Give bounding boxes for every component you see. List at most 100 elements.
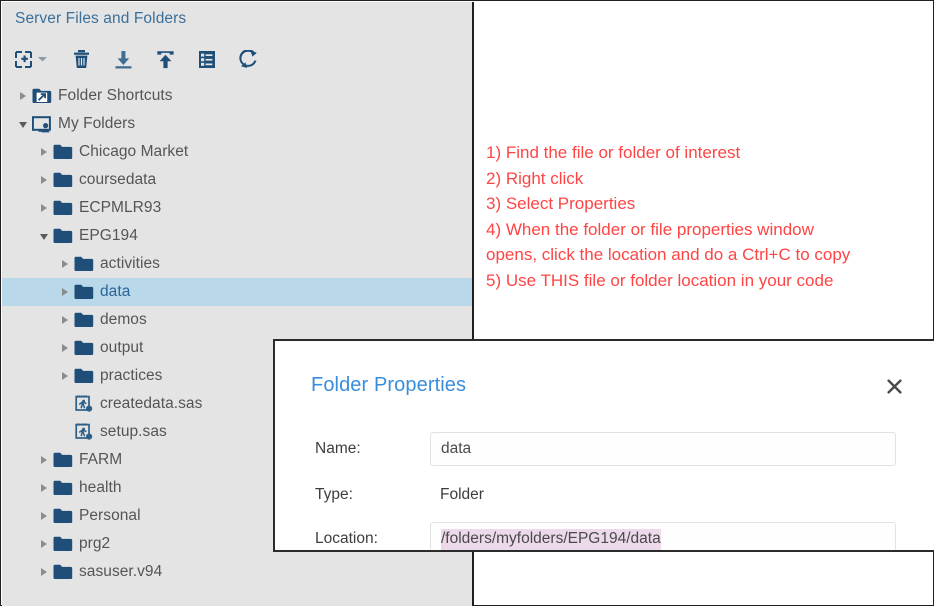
chevron-right-icon[interactable] [37, 166, 50, 194]
chevron-right-icon[interactable] [37, 558, 50, 586]
new-dropdown-caret-icon[interactable] [37, 55, 48, 63]
sas-program-icon [74, 394, 96, 414]
folder-icon [53, 478, 75, 498]
folder-icon [53, 226, 75, 246]
chevron-right-icon[interactable] [37, 194, 50, 222]
folder-properties-dialog: Folder Properties Name: data Type: Folde… [273, 339, 934, 552]
close-icon[interactable] [881, 373, 907, 399]
tree-item-label: prg2 [79, 535, 111, 552]
folder-icon [53, 562, 75, 582]
tree-item-label: EPG194 [79, 227, 138, 244]
chevron-right-icon[interactable] [58, 306, 71, 334]
new-icon [14, 50, 33, 69]
properties-button[interactable] [186, 45, 228, 73]
folder-icon [53, 170, 75, 190]
tree-item-label: ECPMLR93 [79, 199, 162, 216]
shortcut-folder-icon [32, 86, 54, 106]
upload-button[interactable] [144, 45, 186, 73]
chevron-right-icon[interactable] [58, 278, 71, 306]
chevron-right-icon[interactable] [58, 334, 71, 362]
name-input[interactable]: data [430, 432, 896, 466]
chevron-right-icon[interactable] [37, 138, 50, 166]
instruction-line: 3) Select Properties [486, 194, 636, 214]
name-label: Name: [315, 440, 361, 457]
folder-icon [53, 534, 75, 554]
tree-item-label: Personal [79, 507, 141, 524]
chevron-right-icon[interactable] [37, 502, 50, 530]
location-label: Location: [315, 530, 378, 547]
panel-title: Server Files and Folders [15, 10, 187, 27]
my-folders-icon [32, 114, 54, 134]
chevron-right-icon[interactable] [37, 474, 50, 502]
tree-item-label: output [100, 339, 144, 356]
tree-item-sasuser-v94[interactable]: sasuser.v94 [2, 558, 472, 586]
chevron-right-icon[interactable] [37, 446, 50, 474]
tree-item-label: setup.sas [100, 423, 167, 440]
tree-item-label: Folder Shortcuts [58, 87, 173, 104]
instruction-line: 2) Right click [486, 168, 584, 188]
tree-item-label: My Folders [58, 115, 136, 132]
refresh-button[interactable] [228, 45, 270, 73]
folder-icon [53, 450, 75, 470]
tree-item-my-folders[interactable]: My Folders [2, 110, 472, 138]
tree-item-folder-shortcuts[interactable]: Folder Shortcuts [2, 82, 472, 110]
chevron-down-icon[interactable] [37, 222, 50, 250]
type-value: Folder [440, 486, 484, 503]
download-icon [114, 50, 133, 69]
tree-item-demos[interactable]: demos [2, 306, 472, 334]
folder-icon [74, 254, 96, 274]
tree-item-chicago-market[interactable]: Chicago Market [2, 138, 472, 166]
tree-item-label: FARM [79, 451, 123, 468]
name-field-row: Name: data [275, 432, 934, 468]
tree-item-epg194[interactable]: EPG194 [2, 222, 472, 250]
new-button[interactable] [14, 45, 60, 73]
tree-item-activities[interactable]: activities [2, 250, 472, 278]
location-field-row: Location: /folders/myfolders/EPG194/data [275, 522, 934, 550]
tree-item-label: health [79, 479, 122, 496]
tree-item-data[interactable]: data [2, 278, 472, 306]
chevron-right-icon[interactable] [16, 82, 29, 110]
tree-item-label: data [100, 283, 131, 300]
tree-item-coursedata[interactable]: coursedata [2, 166, 472, 194]
folder-icon [53, 198, 75, 218]
chevron-right-icon[interactable] [58, 250, 71, 278]
chevron-right-icon[interactable] [37, 530, 50, 558]
tree-item-label: activities [100, 255, 160, 272]
delete-button[interactable] [60, 45, 102, 73]
folder-icon [53, 506, 75, 526]
tree-item-ecpmlr93[interactable]: ECPMLR93 [2, 194, 472, 222]
tree-item-label: coursedata [79, 171, 157, 188]
folder-icon [74, 310, 96, 330]
tree-item-label: Chicago Market [79, 143, 189, 160]
folder-icon [53, 142, 75, 162]
tree-item-label: createdata.sas [100, 395, 203, 412]
chevron-right-icon[interactable] [58, 362, 71, 390]
location-value-selected: /folders/myfolders/EPG194/data [441, 528, 661, 550]
location-input[interactable]: /folders/myfolders/EPG194/data [430, 522, 896, 550]
instruction-line: 4) When the folder or file properties wi… [486, 219, 814, 239]
refresh-icon [239, 49, 259, 69]
download-button[interactable] [102, 45, 144, 73]
tree-item-label: sasuser.v94 [79, 563, 163, 580]
sas-program-icon [74, 422, 96, 442]
folder-icon [74, 338, 96, 358]
chevron-down-icon[interactable] [16, 110, 29, 138]
dialog-title: Folder Properties [311, 374, 467, 396]
properties-icon [198, 50, 216, 69]
